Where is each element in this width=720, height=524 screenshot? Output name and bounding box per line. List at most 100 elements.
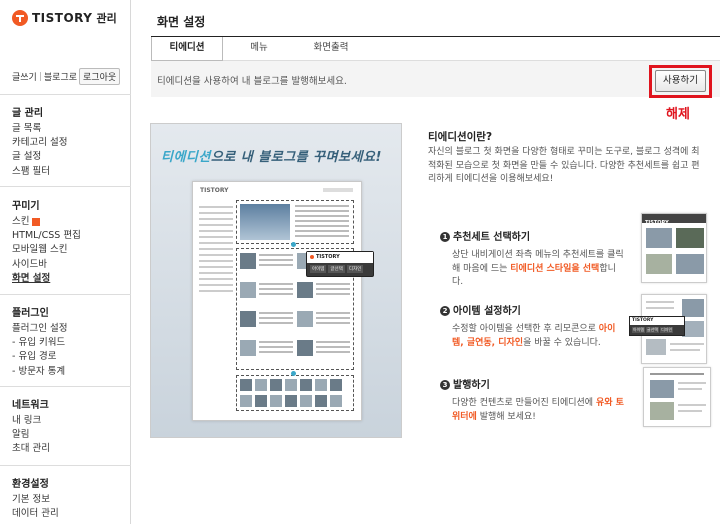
step-number-icon: 1 [440, 232, 450, 242]
nav-title: 플러그인 [12, 308, 49, 319]
account-links: 글쓰기 | 블로그로 로그아웃 [12, 68, 121, 85]
nav-item-visitor-stats[interactable]: - 방문자 통계 [12, 365, 67, 379]
nav-group-preferences: 환경설정 기본 정보 데이터 관리 [12, 475, 59, 521]
tab-menu[interactable]: 메뉴 [223, 37, 295, 61]
popup-tab: 글선택 [328, 265, 345, 273]
popup-tab: 아이템 [310, 265, 327, 273]
thumb-publish [643, 367, 711, 427]
divider [0, 294, 131, 295]
info-bar: 티에디션을 사용하여 내 블로그를 발행해보세요. [151, 61, 720, 97]
step-1: 1 추천세트 선택하기 상단 내비게이션 좌측 메뉴의 추천세트를 클릭해 마음에… [440, 228, 625, 290]
nav-item-notifications[interactable]: 알림 [12, 428, 50, 442]
mockup-photo [240, 204, 290, 240]
preview-headline: 티에디션으로 내 블로그를 꾸며보세요! [161, 146, 393, 165]
preview-headline-rest: 으로 내 블로그를 꾸며보세요! [210, 150, 382, 165]
step-highlight: 티에디션 스타일을 선택 [510, 263, 600, 274]
step-text: 을 바꿀 수 있습니다. [523, 337, 601, 348]
nav-group-plugins: 플러그인 플러그인 설정 - 유입 키워드 - 유입 경로 - 방문자 통계 [12, 304, 67, 379]
nav-item-sidebar[interactable]: 사이드바 [12, 258, 81, 272]
mockup-remote-popup: TISTORY 아이템 글선택 디자인 [306, 251, 374, 277]
nav-title: 네트워크 [12, 400, 49, 411]
step-text: 수정할 아이템을 선택한 후 리모콘으로 [452, 324, 599, 334]
step-title-text: 아이템 설정하기 [453, 306, 521, 317]
nav-item-my-links[interactable]: 내 링크 [12, 414, 50, 428]
mini-pop-logo: TISTORY [630, 317, 684, 325]
nav-group-network: 네트워크 내 링크 알림 초대 관리 [12, 396, 50, 457]
nav-item-category[interactable]: 카테고리 설정 [12, 136, 67, 150]
nav-item-mobile-skin[interactable]: 모바일웹 스킨 [12, 243, 81, 257]
nav-item-screen-settings[interactable]: 화면 설정 [12, 272, 81, 286]
nav-item-data-management[interactable]: 데이터 관리 [12, 507, 59, 521]
mini-pop-tab: 아이템 [632, 327, 646, 333]
step-title: 3 발행하기 [440, 376, 625, 391]
mockup-search [323, 188, 353, 192]
logo-text: TISTORY [32, 11, 93, 25]
popup-tab: 디자인 [346, 265, 364, 273]
thumb-header: TISTORY [642, 214, 706, 226]
nav-item-skin[interactable]: 스킨 [12, 215, 81, 229]
nav-item-invite[interactable]: 초대 관리 [12, 442, 50, 456]
tedition-preview-image: 티에디션으로 내 블로그를 꾸며보세요! TISTORY TISTORY 아이템… [150, 123, 402, 438]
separator: | [38, 71, 42, 82]
use-button[interactable]: 사용하기 [655, 70, 706, 92]
tistory-logo[interactable]: TISTORY 관리 [12, 10, 117, 26]
mockup-handle [291, 242, 296, 247]
preview-headline-accent: 티에디션 [161, 150, 211, 165]
nav-item-label: 스킨 [12, 216, 30, 227]
sidebar: TISTORY 관리 글쓰기 | 블로그로 로그아웃 글 관리 글 목록 카테고… [0, 0, 131, 524]
thumb-remote-popup: TISTORY 아이템 글선택 디자인 [629, 316, 685, 336]
about-title: 티에디션이란? [428, 131, 493, 143]
nav-item-plugin-settings[interactable]: 플러그인 설정 [12, 322, 67, 336]
mockup-handle [291, 371, 296, 376]
nav-item-post-list[interactable]: 글 목록 [12, 122, 67, 136]
nav-title: 환경설정 [12, 479, 49, 490]
step-3: 3 발행하기 다양한 컨텐츠로 만들어진 티에디션에 유와 토위터에 발행해 보세… [440, 376, 625, 424]
logout-button[interactable]: 로그아웃 [79, 68, 121, 85]
step-number-icon: 3 [440, 380, 450, 390]
mini-pop-tab: 글선택 [646, 327, 660, 333]
tistory-logo-icon [12, 10, 28, 26]
logo-sub: 관리 [96, 12, 117, 25]
blog-link[interactable]: 블로그로 [44, 70, 77, 83]
nav-title: 글 관리 [12, 108, 44, 119]
new-badge-icon [32, 217, 41, 226]
step-title-text: 추천세트 선택하기 [453, 232, 531, 243]
step-description: 수정할 아이템을 선택한 후 리모콘으로 아이템, 글연동, 디자인을 바꿀 수… [440, 323, 625, 350]
info-text: 티에디션을 사용하여 내 블로그를 발행해보세요. [157, 76, 347, 87]
nav-item-inflow-keyword[interactable]: - 유입 키워드 [12, 336, 67, 350]
divider [0, 386, 131, 387]
nav-group-design: 꾸미기 스킨 HTML/CSS 편집 모바일웹 스킨 사이드바 화면 설정 [12, 197, 81, 286]
nav-item-inflow-path[interactable]: - 유입 경로 [12, 350, 67, 364]
page-title: 화면 설정 [157, 15, 206, 29]
thumb-recommended-set: TISTORY [641, 213, 707, 283]
write-link[interactable]: 글쓰기 [12, 70, 37, 83]
mini-pop-tab: 디자인 [660, 327, 674, 333]
divider [0, 94, 131, 95]
nav-item-html-css[interactable]: HTML/CSS 편집 [12, 229, 81, 243]
nav-item-basic-info[interactable]: 기본 정보 [12, 493, 59, 507]
step-description: 상단 내비게이션 좌측 메뉴의 추천세트를 클릭해 마음에 드는 티에디션 스타… [440, 249, 625, 290]
mockup-logo: TISTORY [200, 187, 229, 194]
popup-tabs: 아이템 글선택 디자인 [307, 263, 373, 275]
step-title: 2 아이템 설정하기 [440, 302, 625, 317]
nav-title: 꾸미기 [12, 201, 40, 212]
mockup-featured-block [236, 200, 354, 244]
mini-pop-tabs: 아이템 글선택 디자인 [630, 325, 684, 335]
divider [0, 465, 131, 466]
step-2: 2 아이템 설정하기 수정할 아이템을 선택한 후 리모콘으로 아이템, 글연동,… [440, 302, 625, 350]
tab-screen-output[interactable]: 화면출력 [295, 37, 367, 61]
cancel-annotation: 해제 [666, 107, 690, 122]
divider [0, 186, 131, 187]
tab-tedition[interactable]: 티에디션 [151, 37, 223, 61]
step-text: 발행해 보세요! [476, 411, 536, 422]
nav-item-post-settings[interactable]: 글 설정 [12, 150, 67, 164]
mockup-gallery-strip [236, 375, 354, 411]
nav-item-spam-filter[interactable]: 스팸 필터 [12, 165, 67, 179]
popup-logo: TISTORY [307, 252, 373, 263]
step-title: 1 추천세트 선택하기 [440, 228, 625, 243]
mockup-text [295, 205, 349, 240]
nav-group-posts: 글 관리 글 목록 카테고리 설정 글 설정 스팸 필터 [12, 104, 67, 179]
step-text: 다양한 컨텐츠로 만들어진 티에디션에 [452, 398, 596, 408]
step-description: 다양한 컨텐츠로 만들어진 티에디션에 유와 토위터에 발행해 보세요! [440, 397, 625, 424]
thumb-logo: TISTORY [645, 220, 669, 226]
